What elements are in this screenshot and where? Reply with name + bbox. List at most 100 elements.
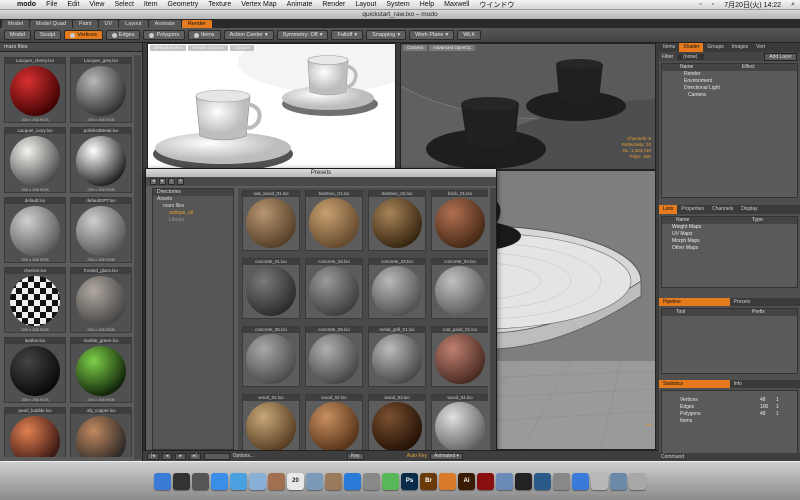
layout-tab-6[interactable]: Render bbox=[181, 20, 212, 28]
items-button[interactable]: Items bbox=[188, 30, 221, 40]
illustrator-icon[interactable]: Ai bbox=[458, 472, 475, 490]
menu-item-12[interactable]: System bbox=[381, 1, 414, 8]
layout-tab-4[interactable]: Layout bbox=[119, 20, 148, 28]
statistics-row[interactable]: Items bbox=[662, 418, 797, 425]
preset-thumbnail[interactable]: oak_wood_01.lxo bbox=[242, 190, 300, 251]
preset-thumbnail[interactable]: brick_01.lxo bbox=[431, 190, 488, 251]
photos-icon[interactable] bbox=[325, 472, 342, 490]
play-back-icon[interactable]: ◂ bbox=[161, 452, 173, 460]
layout-tab-0[interactable]: Model bbox=[2, 20, 29, 28]
layout-tab-3[interactable]: UV bbox=[98, 20, 119, 28]
command-line[interactable]: Command bbox=[659, 453, 800, 461]
system-prefs-icon[interactable] bbox=[363, 472, 380, 490]
finder-2-icon[interactable] bbox=[496, 472, 513, 490]
layout-tab-5[interactable]: Animate bbox=[148, 20, 181, 28]
terminal-icon[interactable] bbox=[515, 472, 532, 490]
left-scrollbar[interactable] bbox=[134, 55, 141, 459]
preset-thumbnail[interactable]: concrete_03.lxo bbox=[368, 258, 426, 319]
work-plane-dropdown[interactable]: Work Plane ▾ bbox=[409, 30, 455, 40]
preset-thumbnail[interactable]: bamboo_01.lxo bbox=[305, 190, 363, 251]
directory-item[interactable]: Assets bbox=[153, 196, 233, 203]
layout-tab-2[interactable]: Paint bbox=[72, 20, 98, 28]
menu-item-9[interactable]: Animate bbox=[282, 1, 318, 8]
polygons-button[interactable]: Polygons bbox=[143, 30, 186, 40]
vertex-map-item[interactable]: Other Maps bbox=[662, 245, 797, 252]
timeline-options-button[interactable]: Options... bbox=[233, 453, 254, 459]
material-preset-cell[interactable]: checker.lxo 256 x 256 RGB bbox=[4, 267, 66, 333]
messages-icon[interactable] bbox=[382, 472, 399, 490]
presets-scrollbar[interactable] bbox=[490, 188, 496, 450]
finder-icon[interactable] bbox=[154, 472, 171, 490]
model-button[interactable]: Model bbox=[4, 30, 31, 40]
symmetry-dropdown[interactable]: Symmetry: Off ▾ bbox=[276, 30, 329, 40]
info-tab[interactable]: Info bbox=[730, 380, 746, 388]
material-preset-cell[interactable]: marble_green.lxo 256 x 256 RGB bbox=[70, 337, 132, 403]
preset-thumbnail[interactable]: wood_01.lxo bbox=[242, 394, 300, 452]
right-tab-tabs-2[interactable]: Groups bbox=[703, 43, 727, 52]
viewport2-button-1[interactable]: Advanced OpenGL bbox=[429, 45, 476, 51]
directory-item[interactable]: mars files bbox=[153, 203, 233, 210]
material-preset-cell[interactable]: Lacquer_cherry.lxo 256 x 256 RGB bbox=[4, 57, 66, 123]
right-tab-lists_tabs-3[interactable]: Display bbox=[737, 205, 761, 214]
pipeline-tab[interactable]: Pipeline bbox=[659, 298, 730, 306]
bridge-icon[interactable]: Br bbox=[420, 472, 437, 490]
modo-icon[interactable] bbox=[439, 472, 456, 490]
menu-item-10[interactable]: Render bbox=[317, 1, 350, 8]
preset-thumbnail[interactable]: wood_04.lxo bbox=[431, 394, 488, 452]
viewport1-button-1[interactable]: Render Camera bbox=[188, 45, 229, 51]
material-preset-cell[interactable]: frosted_glass.lxo 256 x 256 RGB bbox=[70, 267, 132, 333]
material-preset-cell[interactable]: pearl_bubble.lxo256 x 256 RGB bbox=[4, 407, 66, 457]
right-tab-tabs-0[interactable]: Items bbox=[659, 43, 679, 52]
menu-item-4[interactable]: Select bbox=[109, 1, 138, 8]
material-preset-cell[interactable]: Lacquer_ivory.lxo 256 x 256 RGB bbox=[4, 127, 66, 193]
ical-icon[interactable]: 20 bbox=[287, 472, 304, 490]
presets-tab[interactable]: Presets bbox=[730, 298, 755, 306]
statistics-row[interactable]: Edges 100 1 bbox=[662, 404, 797, 411]
statistics-row[interactable]: Vertices 48 1 bbox=[662, 397, 797, 404]
menu-item-2[interactable]: Edit bbox=[62, 1, 84, 8]
viewport1-button-2[interactable]: Options bbox=[230, 45, 254, 51]
app-1-icon[interactable] bbox=[553, 472, 570, 490]
menu-item-6[interactable]: Geometry bbox=[163, 1, 204, 8]
spotlight-icon[interactable]: ⌕ bbox=[786, 1, 800, 9]
menu-item-11[interactable]: Layout bbox=[350, 1, 381, 8]
menu-item-13[interactable]: Help bbox=[415, 1, 439, 8]
frame-field[interactable] bbox=[203, 452, 230, 460]
flash-icon[interactable] bbox=[477, 472, 494, 490]
add-layer-button[interactable]: Add Layer bbox=[764, 52, 797, 61]
menu-item-0[interactable]: modo bbox=[12, 1, 41, 8]
directory-item[interactable]: Library bbox=[153, 217, 233, 224]
shader-tree-item[interactable]: Directional Light bbox=[662, 85, 797, 92]
vertices-button[interactable]: Vertices bbox=[64, 30, 103, 40]
right-tab-tabs-4[interactable]: Vert bbox=[752, 43, 769, 52]
preset-thumbnail[interactable]: concrete_01.lxo bbox=[242, 258, 300, 319]
render-viewport[interactable]: Default Scene Render Camera Options bbox=[147, 43, 396, 170]
menu-item-14[interactable]: Maxwell bbox=[439, 1, 474, 8]
right-tab-lists_tabs-1[interactable]: Properties bbox=[677, 205, 708, 214]
filter-dropdown[interactable]: (none) bbox=[677, 53, 704, 60]
menu-item-7[interactable]: Texture bbox=[203, 1, 236, 8]
play-icon[interactable]: ▸ bbox=[175, 452, 186, 460]
key-button[interactable]: Key bbox=[347, 452, 364, 460]
preset-thumbnail[interactable]: concrete_02.lxo bbox=[305, 258, 363, 319]
shader-tree-item[interactable]: Camera bbox=[662, 92, 797, 99]
statistics-tab[interactable]: Statistics bbox=[659, 380, 730, 388]
preset-thumbnail[interactable]: concrete_06.lxo bbox=[305, 326, 363, 387]
preset-thumbnail[interactable]: wood_03.lxo bbox=[368, 394, 426, 452]
address-book-icon[interactable] bbox=[268, 472, 285, 490]
viewport2-button-0[interactable]: Camera bbox=[403, 45, 428, 51]
safari-icon[interactable] bbox=[211, 472, 228, 490]
maxwell-icon[interactable] bbox=[534, 472, 551, 490]
skip-start-icon[interactable]: |◂ bbox=[147, 452, 159, 460]
material-preset-cell[interactable]: leather.lxo 256 x 256 RGB bbox=[4, 337, 66, 403]
vertex-map-item[interactable]: UV Maps bbox=[662, 231, 797, 238]
directory-item[interactable]: antique_oil bbox=[153, 210, 233, 217]
snapping-dropdown[interactable]: Snapping ▾ bbox=[366, 30, 407, 40]
app-4-icon[interactable] bbox=[610, 472, 627, 490]
app-store-icon[interactable] bbox=[344, 472, 361, 490]
expose-icon[interactable] bbox=[192, 472, 209, 490]
preset-thumbnail[interactable]: wood_02.lxo bbox=[305, 394, 363, 452]
trash-icon[interactable] bbox=[629, 472, 646, 490]
app-3-icon[interactable] bbox=[591, 472, 608, 490]
preview-icon[interactable] bbox=[306, 472, 323, 490]
